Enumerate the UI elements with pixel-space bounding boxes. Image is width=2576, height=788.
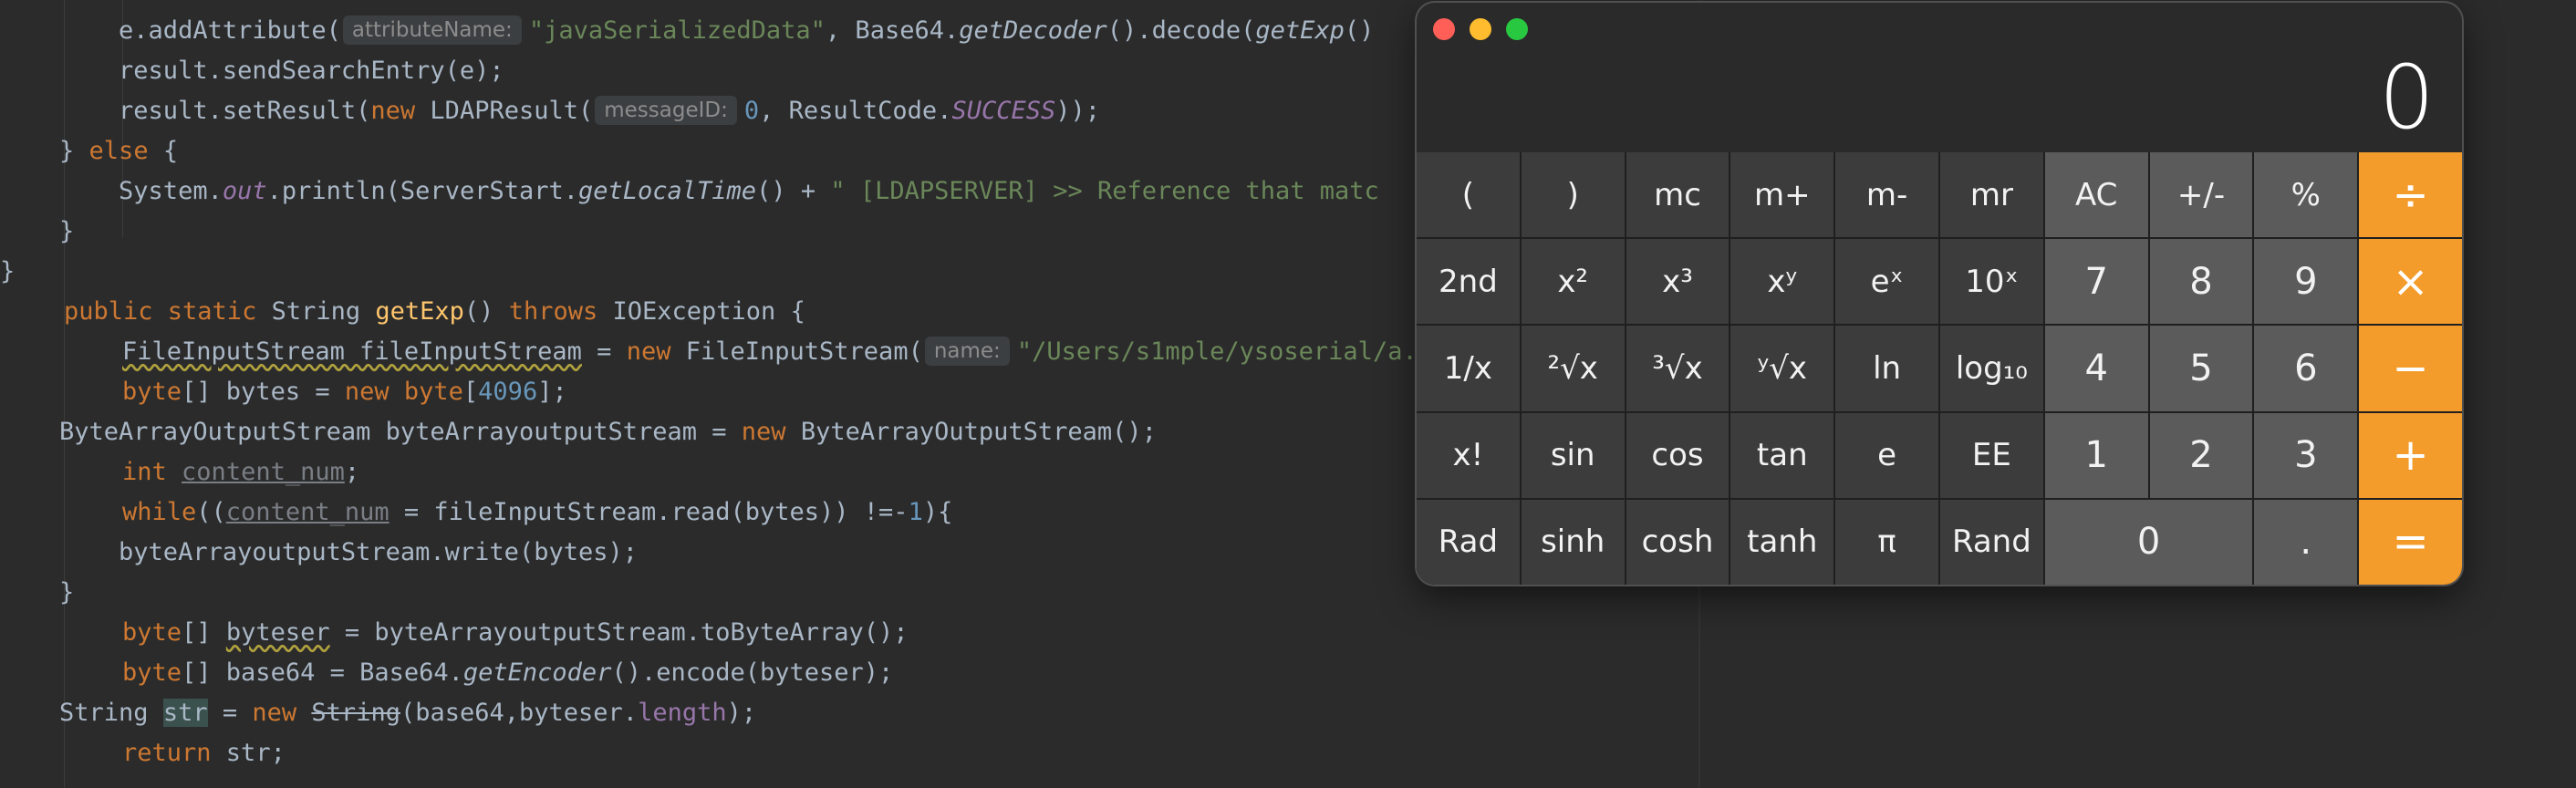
code-line: byte[] bytes = new byte[4096]; [122, 378, 567, 406]
random-key[interactable]: Rand [1940, 499, 2043, 585]
memory-recall-key[interactable]: mr [1940, 152, 2043, 238]
code-line: e.addAttribute(attributeName: "javaSerial… [0, 16, 1375, 45]
nth-root-key[interactable]: ʸ√x [1730, 326, 1834, 411]
subtract-key[interactable]: − [2359, 326, 2462, 411]
code-line: System.out.println(ServerStart.getLocalT… [0, 177, 1379, 205]
digit-5-key[interactable]: 5 [2149, 326, 2253, 411]
cos-key[interactable]: cos [1626, 412, 1729, 498]
exp-key[interactable]: eˣ [1835, 239, 1938, 325]
code-line: byte[] base64 = Base64.getEncoder().enco… [122, 658, 894, 687]
window-controls [1433, 18, 1528, 40]
memory-add-key[interactable]: m+ [1730, 152, 1834, 238]
digit-6-key[interactable]: 6 [2254, 326, 2358, 411]
decimal-key[interactable]: . [2254, 499, 2358, 585]
log10-key[interactable]: log₁₀ [1940, 326, 2043, 411]
minimize-button[interactable] [1470, 18, 1491, 40]
sign-toggle-key[interactable]: +/- [2149, 152, 2253, 238]
digit-8-key[interactable]: 8 [2149, 239, 2253, 325]
cube-root-key[interactable]: ³√x [1626, 326, 1729, 411]
open-paren-key[interactable]: ( [1417, 152, 1520, 238]
factorial-key[interactable]: x! [1417, 412, 1520, 498]
second-function-key[interactable]: 2nd [1417, 239, 1520, 325]
euler-key[interactable]: e [1835, 412, 1938, 498]
code-line: while((content_num = fileInputStream.rea… [122, 498, 953, 526]
cosh-key[interactable]: cosh [1626, 499, 1729, 585]
code-line: } [0, 578, 75, 607]
code-line: String str = new String(base64,byteser.l… [0, 699, 757, 727]
memory-clear-key[interactable]: mc [1626, 152, 1729, 238]
digit-7-key[interactable]: 7 [2044, 239, 2148, 325]
percent-key[interactable]: % [2254, 152, 2358, 238]
calculator-display: 0 [2378, 47, 2435, 149]
tan-key[interactable]: tan [1730, 412, 1834, 498]
square-root-key[interactable]: ²√x [1521, 326, 1625, 411]
digit-0-key[interactable]: 0 [2044, 499, 2253, 585]
code-line: ByteArrayOutputStream byteArrayoutputStr… [0, 418, 1157, 446]
tanh-key[interactable]: tanh [1730, 499, 1834, 585]
code-line: return str; [122, 739, 286, 767]
cube-key[interactable]: x³ [1626, 239, 1729, 325]
param-hint: messageID: [595, 96, 737, 125]
code-line: result.setResult(new LDAPResult(messageI… [0, 96, 1101, 125]
param-hint: attributeName: [342, 16, 522, 45]
equals-key[interactable]: = [2359, 499, 2462, 585]
all-clear-key[interactable]: AC [2044, 152, 2148, 238]
close-paren-key[interactable]: ) [1521, 152, 1625, 238]
code-line: } [0, 217, 75, 245]
close-button[interactable] [1433, 18, 1455, 40]
add-key[interactable]: + [2359, 412, 2462, 498]
reciprocal-key[interactable]: 1/x [1417, 326, 1520, 411]
sin-key[interactable]: sin [1521, 412, 1625, 498]
ee-key[interactable]: EE [1940, 412, 2043, 498]
digit-1-key[interactable]: 1 [2044, 412, 2148, 498]
code-line: byteArrayoutputStream.write(bytes); [0, 538, 638, 566]
square-key[interactable]: x² [1521, 239, 1625, 325]
ten-power-key[interactable]: 10ˣ [1940, 239, 2043, 325]
multiply-key[interactable]: × [2359, 239, 2462, 325]
sinh-key[interactable]: sinh [1521, 499, 1625, 585]
digit-2-key[interactable]: 2 [2149, 412, 2253, 498]
code-line: } [0, 257, 16, 285]
digit-9-key[interactable]: 9 [2254, 239, 2358, 325]
code-line: result.sendSearchEntry(e); [0, 57, 504, 85]
natural-log-key[interactable]: ln [1835, 326, 1938, 411]
power-key[interactable]: xʸ [1730, 239, 1834, 325]
calculator-window[interactable]: 0 ( ) mc m+ m- mr AC +/- % ÷ 2nd x² x³ x… [1417, 3, 2462, 585]
digit-4-key[interactable]: 4 [2044, 326, 2148, 411]
code-line: public static String getExp() throws IOE… [64, 297, 805, 326]
calculator-keypad: ( ) mc m+ m- mr AC +/- % ÷ 2nd x² x³ xʸ … [1417, 152, 2462, 585]
code-line: byte[] byteser = byteArrayoutputStream.t… [122, 618, 909, 647]
rad-key[interactable]: Rad [1417, 499, 1520, 585]
param-hint: name: [924, 337, 1010, 366]
zoom-button[interactable] [1506, 18, 1528, 40]
memory-subtract-key[interactable]: m- [1835, 152, 1938, 238]
code-line: FileInputStream fileInputStream = new Fi… [122, 337, 1448, 366]
divide-key[interactable]: ÷ [2359, 152, 2462, 238]
code-line: int content_num; [122, 458, 360, 486]
digit-3-key[interactable]: 3 [2254, 412, 2358, 498]
code-line: } else { [0, 137, 179, 165]
pi-key[interactable]: π [1835, 499, 1938, 585]
